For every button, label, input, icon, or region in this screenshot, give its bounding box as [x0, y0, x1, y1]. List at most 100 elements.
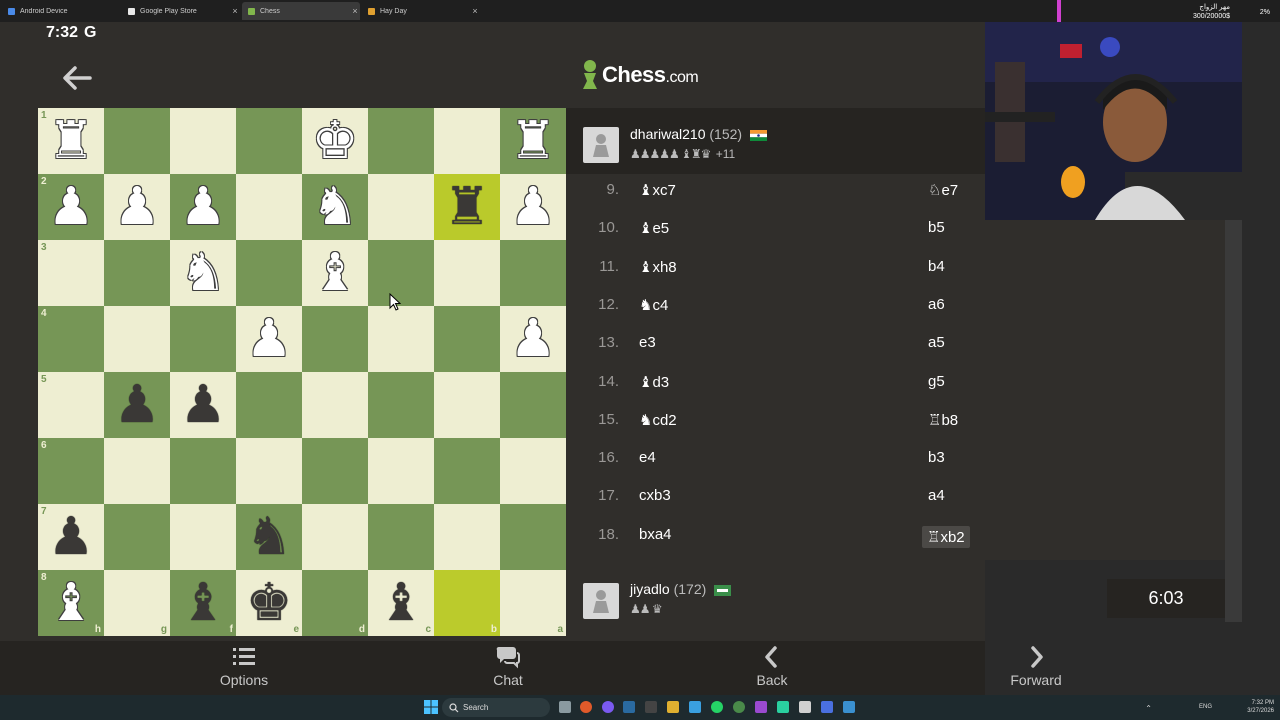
- white-move[interactable]: e4: [639, 449, 656, 466]
- white-move[interactable]: bxa4: [639, 526, 672, 543]
- board-square[interactable]: [236, 438, 302, 504]
- board-square[interactable]: 4: [38, 306, 104, 372]
- white-move[interactable]: ♞c4: [639, 296, 668, 314]
- board-square[interactable]: 5: [38, 372, 104, 438]
- board-square[interactable]: ♟: [170, 174, 236, 240]
- tab-hay-day[interactable]: Hay Day ×: [362, 2, 480, 20]
- tab-google-play-store[interactable]: Google Play Store ×: [122, 2, 240, 20]
- board-square[interactable]: ♟: [500, 306, 566, 372]
- board-square[interactable]: [104, 108, 170, 174]
- app-icon[interactable]: [733, 701, 745, 713]
- board-square[interactable]: c ♝: [368, 570, 434, 636]
- white-bishop-icon[interactable]: ♝: [48, 577, 95, 629]
- black-king-icon[interactable]: ♚: [246, 577, 293, 629]
- white-knight-icon[interactable]: ♞: [180, 247, 227, 299]
- white-pawn-icon[interactable]: ♟: [114, 181, 161, 233]
- white-move[interactable]: e3: [639, 334, 656, 351]
- brave-icon[interactable]: [580, 701, 592, 713]
- clock[interactable]: 7:32 PM 3/27/2026: [1234, 699, 1274, 715]
- black-move[interactable]: ♖b8: [928, 411, 958, 429]
- tab-chess[interactable]: Chess ×: [242, 2, 360, 20]
- settings-icon[interactable]: [799, 701, 811, 713]
- white-bishop-icon[interactable]: ♝: [312, 247, 359, 299]
- board-square[interactable]: ♜: [500, 108, 566, 174]
- avatar[interactable]: [583, 583, 619, 619]
- app-icon[interactable]: [843, 701, 855, 713]
- app-icon[interactable]: [777, 701, 789, 713]
- board-square[interactable]: [302, 306, 368, 372]
- close-icon[interactable]: ×: [470, 6, 480, 16]
- board-square[interactable]: f ♝: [170, 570, 236, 636]
- board-square[interactable]: [236, 174, 302, 240]
- white-knight-icon[interactable]: ♞: [312, 181, 359, 233]
- white-rook-icon[interactable]: ♜: [510, 115, 557, 167]
- board-square[interactable]: ♟: [104, 174, 170, 240]
- white-move[interactable]: ♝d3: [639, 373, 669, 391]
- white-move[interactable]: ♝xc7: [639, 181, 676, 199]
- board-square[interactable]: [434, 306, 500, 372]
- board-square[interactable]: [368, 240, 434, 306]
- board-square[interactable]: [302, 438, 368, 504]
- white-move[interactable]: ♝e5: [639, 219, 669, 237]
- board-square[interactable]: d: [302, 570, 368, 636]
- white-move[interactable]: ♝xh8: [639, 258, 677, 276]
- move-list[interactable]: 9. ♝xc7 ♘e7 10. ♝e5 b5 11. ♝xh8 b4 12. ♞c4 a6 13. e3 a…: [583, 180, 1225, 560]
- board-square[interactable]: 6: [38, 438, 104, 504]
- black-move[interactable]: g5: [928, 373, 945, 390]
- board-square[interactable]: ♞: [170, 240, 236, 306]
- board-square[interactable]: ♚: [302, 108, 368, 174]
- black-pawn-icon[interactable]: ♟: [180, 379, 227, 431]
- board-square[interactable]: 7 ♟: [38, 504, 104, 570]
- board-square[interactable]: [302, 372, 368, 438]
- board-square[interactable]: [368, 504, 434, 570]
- tab-android-device[interactable]: Android Device: [2, 2, 120, 20]
- folder-icon[interactable]: [667, 701, 679, 713]
- board-square[interactable]: [368, 174, 434, 240]
- black-knight-icon[interactable]: ♞: [246, 511, 293, 563]
- board-square[interactable]: [368, 438, 434, 504]
- board-square[interactable]: 8 h ♝: [38, 570, 104, 636]
- app-icon[interactable]: [821, 701, 833, 713]
- chess-board[interactable]: 1 ♜ ♚ ♜ 2 ♟ ♟ ♟ ♞ ♜ ♟ 3 ♞ ♝ 4 ♟ ♟ 5 ♟ ♟ 6 7 ♟ ♞ 8 h ♝ g f ♝ e ♚ d c ♝ b a: [38, 108, 566, 636]
- board-square[interactable]: [236, 372, 302, 438]
- board-square[interactable]: [236, 108, 302, 174]
- board-square[interactable]: ♟: [500, 174, 566, 240]
- board-square[interactable]: [236, 240, 302, 306]
- black-move[interactable]: b5: [928, 219, 945, 236]
- white-king-icon[interactable]: ♚: [312, 115, 359, 167]
- avatar[interactable]: [583, 127, 619, 163]
- board-square[interactable]: [170, 108, 236, 174]
- board-square[interactable]: [104, 438, 170, 504]
- board-square[interactable]: [434, 108, 500, 174]
- white-rook-icon[interactable]: ♜: [48, 115, 95, 167]
- board-square[interactable]: [170, 306, 236, 372]
- board-square[interactable]: [434, 240, 500, 306]
- board-square[interactable]: e ♚: [236, 570, 302, 636]
- language-indicator[interactable]: ENG: [1199, 704, 1212, 710]
- whatsapp-icon[interactable]: [711, 701, 723, 713]
- board-square[interactable]: [302, 504, 368, 570]
- discord-icon[interactable]: [602, 701, 614, 713]
- board-square[interactable]: [500, 504, 566, 570]
- store-icon[interactable]: [689, 701, 701, 713]
- board-square[interactable]: ♟: [170, 372, 236, 438]
- board-square[interactable]: g: [104, 570, 170, 636]
- board-square[interactable]: [500, 372, 566, 438]
- forward-button[interactable]: Forward: [976, 641, 1096, 688]
- windows-start-icon[interactable]: [424, 700, 438, 714]
- close-icon[interactable]: ×: [350, 6, 360, 16]
- black-move[interactable]: b3: [928, 449, 945, 466]
- board-square[interactable]: [170, 438, 236, 504]
- black-pawn-icon[interactable]: ♟: [48, 511, 95, 563]
- options-button[interactable]: Options: [184, 641, 304, 688]
- board-square[interactable]: a: [500, 570, 566, 636]
- white-move[interactable]: ♞cd2: [639, 411, 677, 429]
- white-pawn-icon[interactable]: ♟: [180, 181, 227, 233]
- board-square[interactable]: ♞: [302, 174, 368, 240]
- black-move[interactable]: ♘e7: [928, 181, 958, 199]
- board-square[interactable]: [368, 372, 434, 438]
- white-pawn-icon[interactable]: ♟: [246, 313, 293, 365]
- board-square[interactable]: [500, 240, 566, 306]
- top-player-name[interactable]: dhariwal210 (152): [630, 126, 767, 142]
- board-square[interactable]: [368, 306, 434, 372]
